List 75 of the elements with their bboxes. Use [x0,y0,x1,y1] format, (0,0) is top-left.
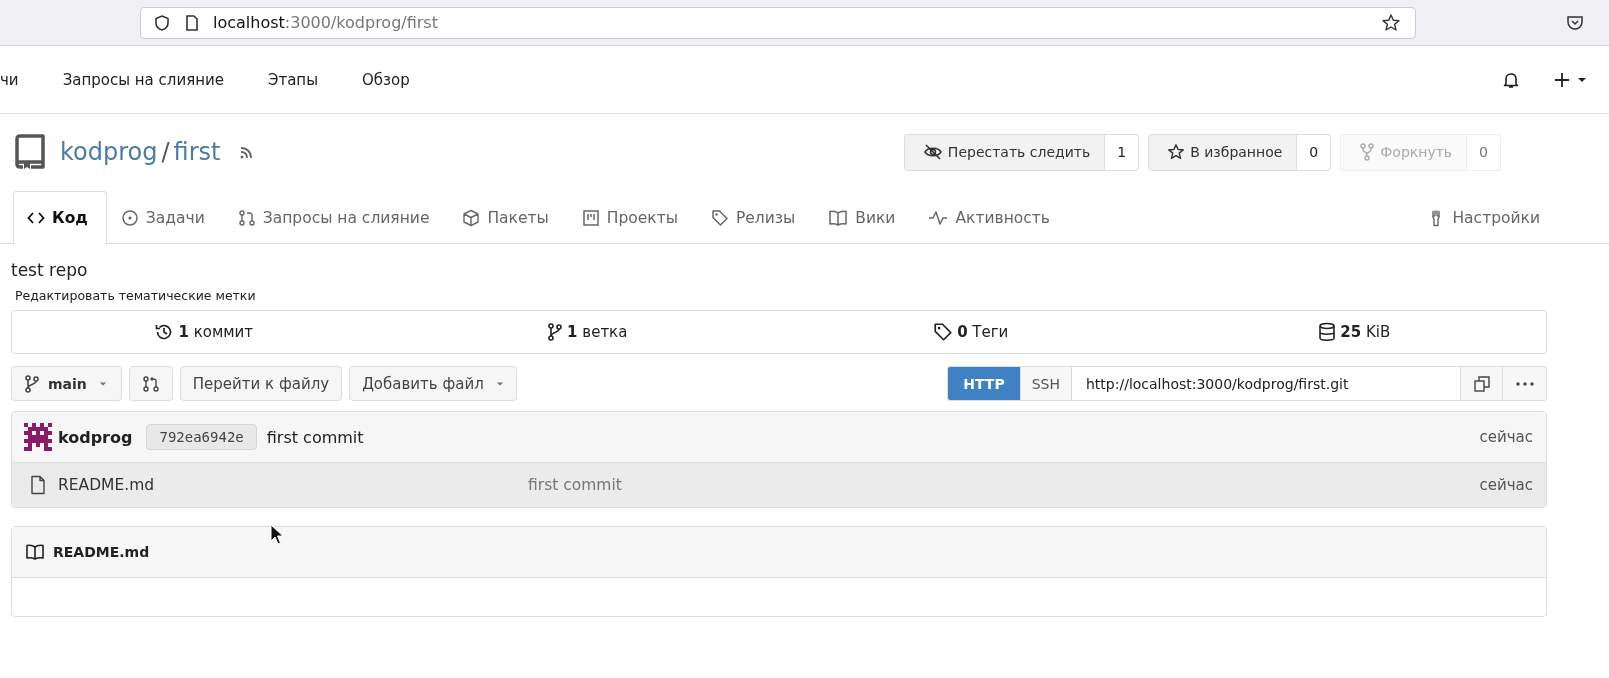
file-commit-message-link[interactable]: first commit [528,476,622,494]
address-bar[interactable]: localhost:3000/kodprog/first [140,6,1416,39]
caret-icon [495,379,504,388]
author-link[interactable]: kodprog [58,427,133,447]
repo-tab[interactable]: Запросы на слияние [223,191,449,244]
caret-icon [98,379,107,388]
nav-link[interactable]: Запросы на слияние [62,70,224,89]
tag-icon [933,322,954,342]
repo-tab[interactable]: Пакеты [448,191,568,244]
pull-request-icon [237,209,256,227]
star-icon [1167,143,1186,161]
repo-tab[interactable]: Проекты [567,191,697,244]
tags-link[interactable]: 0 Теги [957,323,1009,341]
size-link[interactable]: 25 KiB [1340,323,1391,341]
path-separator: / [161,138,170,166]
branch-icon [24,374,40,393]
repository-icon [14,134,46,170]
star-count[interactable]: 0 [1297,133,1332,171]
repo-tab[interactable]: Настройки [1413,191,1559,244]
compare-button[interactable] [128,366,173,401]
book-icon [828,209,849,227]
fork-count: 0 [1467,133,1501,171]
url-text: localhost:3000/kodprog/first [213,13,438,32]
tag-icon [710,209,729,227]
branch-icon [547,323,564,341]
file-commit-time: сейчас [1479,476,1533,494]
star-icon[interactable] [1381,12,1401,33]
owner-link[interactable]: kodprog [60,138,158,166]
copy-button[interactable] [1461,366,1503,401]
more-button[interactable] [1503,366,1547,401]
repo-name-link[interactable]: first [173,138,221,166]
protocol-tab[interactable]: HTTP [947,366,1020,401]
star-button[interactable]: В избранное [1148,133,1298,171]
repo-tab[interactable]: Вики [814,191,915,244]
repo-tab[interactable]: Задачи [106,191,224,244]
repo-description: test repo [11,260,89,280]
create-menu-button[interactable] [1553,70,1587,89]
watch-count[interactable]: 1 [1105,133,1140,171]
pocket-icon[interactable] [1566,13,1584,32]
edit-topics-link[interactable]: Редактировать тематические метки [15,288,1547,303]
database-icon [1318,322,1337,342]
repo-tab[interactable]: Релизы [696,191,815,244]
nav-link[interactable]: чи [0,70,19,89]
identicon-avatar [24,423,52,451]
fork-icon [1359,143,1376,161]
file-icon [30,475,46,495]
add-file-dropdown[interactable]: Добавить файл [349,366,517,401]
repo-tab[interactable]: Код [13,191,107,244]
nav-link[interactable]: Обзор [362,70,410,89]
protocol-tab[interactable]: SSH [1019,366,1071,401]
commit-message-link[interactable]: first commit [266,427,364,447]
watch-button[interactable]: Перестать следить [903,133,1106,171]
go-to-file-button[interactable]: Перейти к файлу [179,366,343,401]
book-icon [25,543,45,561]
shield-icon [153,13,171,32]
board-icon [581,209,600,227]
nav-link[interactable]: Этапы [267,70,319,89]
branch-dropdown[interactable]: main [11,366,122,401]
plus-icon [1553,70,1571,89]
readme-title: README.md [53,544,150,560]
commits-link[interactable]: 1 коммит [178,323,254,341]
pulse-icon [928,209,949,227]
commit-time: сейчас [1479,428,1533,446]
eye-slash-icon [922,143,943,161]
repo-tab[interactable]: Активность [914,191,1069,244]
page-icon [184,13,200,32]
file-name-link[interactable]: README.md [58,476,528,494]
ellipsis-icon [1514,380,1535,387]
commit-sha-button[interactable]: 792ea6942e [146,424,257,450]
pull-request-icon [141,374,160,393]
branches-link[interactable]: 1 ветка [567,323,628,341]
cube-icon [462,209,481,227]
circle-dot-icon [120,209,139,227]
clone-url-field[interactable]: http://localhost:3000/kodprog/first.git [1071,366,1461,401]
copy-icon [1472,374,1491,393]
